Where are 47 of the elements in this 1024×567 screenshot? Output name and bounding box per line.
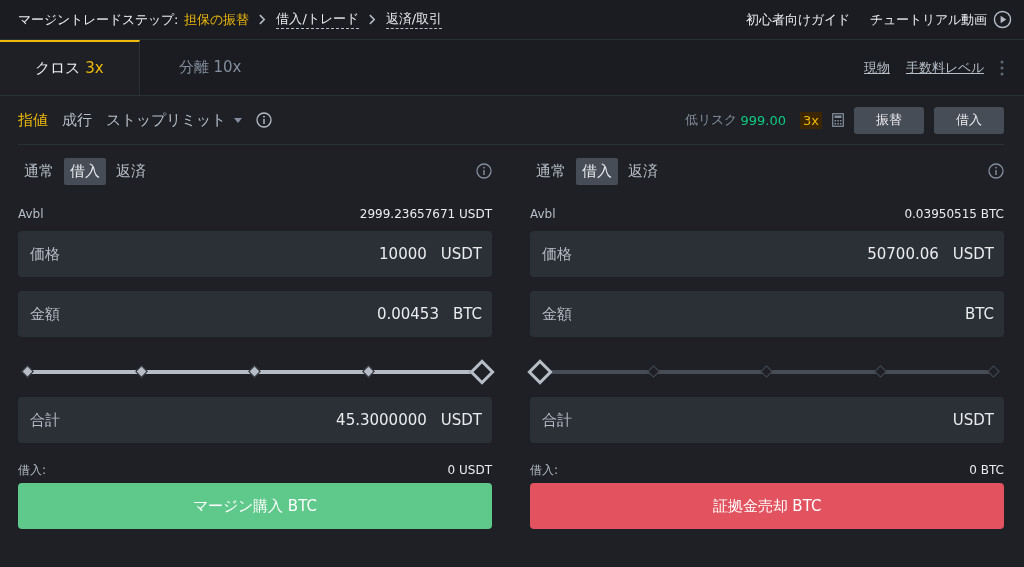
tab-link[interactable]: 現物 [864, 58, 890, 77]
mode-tab[interactable]: 返済 [622, 157, 664, 185]
chevron-icon [368, 14, 376, 25]
total-field[interactable]: 合計 USDT [530, 397, 1004, 443]
borrow-label: 借入: [530, 461, 559, 479]
info-icon[interactable] [256, 112, 272, 128]
input-field[interactable]: 価格 50700.06 USDT [530, 231, 1004, 277]
available-label: Avbl [18, 207, 44, 221]
mode-tab[interactable]: 通常 [18, 157, 60, 185]
order-button[interactable]: 証拠金売却 BTC [530, 483, 1004, 529]
order-type-tab[interactable]: 成行 [62, 110, 92, 130]
input-field[interactable]: 金額 0.00453 BTC [18, 291, 492, 337]
borrow-value: 0 USDT [447, 463, 492, 477]
mode-tab[interactable]: 返済 [110, 157, 152, 185]
info-icon[interactable] [476, 163, 492, 179]
caret-icon [234, 117, 242, 123]
input-field[interactable]: 価格 10000 USDT [18, 231, 492, 277]
mode-tab[interactable]: 借入 [576, 157, 618, 185]
mode-tab[interactable]: 通常 [530, 157, 572, 185]
guide-link[interactable]: 初心者向けガイド [746, 10, 850, 29]
action-button[interactable]: 振替 [854, 106, 924, 134]
borrow-value: 0 BTC [969, 463, 1004, 477]
risk-label: 低リスク [684, 111, 737, 129]
action-button[interactable]: 借入 [934, 106, 1004, 134]
risk-value: 999.00 [740, 112, 787, 128]
input-field[interactable]: 金額 BTC [530, 291, 1004, 337]
total-field[interactable]: 合計 45.3000000 USDT [18, 397, 492, 443]
video-link[interactable]: チュートリアル動画 [870, 10, 987, 29]
available-value: 0.03950515 BTC [904, 207, 1004, 221]
tab-link[interactable]: 手数料レベル [906, 58, 984, 77]
available-value: 2999.23657671 USDT [359, 207, 492, 221]
step-link[interactable]: 担保の振替 [184, 10, 250, 29]
step-link[interactable]: 返済/取引 [385, 10, 443, 29]
play-icon[interactable] [993, 10, 1012, 29]
mode-tab[interactable]: 借入 [64, 157, 106, 185]
step-link[interactable]: 借入/トレード [276, 10, 359, 29]
calculator-icon[interactable] [832, 113, 844, 127]
more-icon[interactable] [1000, 59, 1004, 76]
borrow-label: 借入: [18, 461, 47, 479]
steps-label: マージントレードステップ: [18, 10, 179, 29]
leverage-badge: 3x [800, 111, 822, 129]
order-type-tab[interactable]: ストップリミット [106, 110, 242, 130]
info-icon[interactable] [988, 163, 1004, 179]
available-label: Avbl [530, 207, 556, 221]
margin-tab[interactable]: クロス 3x [0, 40, 140, 95]
order-type-tab[interactable]: 指値 [18, 110, 48, 130]
chevron-icon [259, 14, 267, 25]
